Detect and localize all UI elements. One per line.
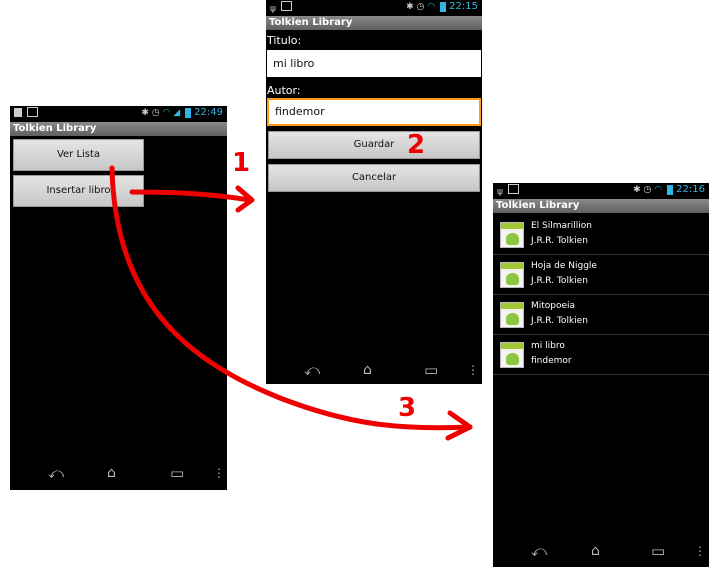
app-title: Tolkien Library	[493, 199, 709, 213]
android-app-icon	[500, 262, 524, 288]
status-time: 22:15	[449, 1, 478, 12]
home-icon[interactable]: ⌂	[363, 361, 372, 379]
wifi-icon: ◠	[654, 185, 663, 195]
book-title: Mitopoeia	[531, 301, 576, 311]
nav-bar: ⤺ ⌂ ▭ ⋮	[493, 542, 709, 567]
recent-apps-icon[interactable]: ▭	[170, 464, 184, 482]
titulo-input[interactable]: mi libro	[267, 50, 481, 77]
app-title: Tolkien Library	[10, 122, 227, 136]
home-icon[interactable]: ⌂	[591, 542, 600, 560]
list-item[interactable]: Hoja de Niggle J.R.R. Tolkien	[493, 255, 709, 295]
battery-icon	[440, 1, 446, 12]
status-time: 22:49	[194, 107, 223, 118]
status-bar: ✱ ◷ ◠ ◢ 22:49	[10, 106, 227, 121]
book-author: findemor	[531, 356, 572, 366]
book-author: J.R.R. Tolkien	[531, 276, 588, 286]
list-item[interactable]: El Silmarillion J.R.R. Tolkien	[493, 215, 709, 255]
book-title: El Silmarillion	[531, 221, 592, 231]
autor-label: Autor:	[267, 84, 301, 97]
bluetooth-icon: ✱	[141, 108, 149, 118]
nav-bar: ⤺ ⌂ ▭ ⋮	[10, 464, 227, 490]
ver-lista-button[interactable]: Ver Lista	[13, 139, 144, 171]
bluetooth-icon: ✱	[633, 185, 641, 195]
battery-icon	[185, 107, 191, 118]
image-icon	[507, 184, 519, 194]
screen-book-list: ψ ✱ ◷ ◠ 22:16 Tolkien Library El Silmari…	[493, 183, 709, 567]
titulo-label: Titulo:	[267, 34, 302, 47]
home-icon[interactable]: ⌂	[107, 464, 116, 482]
book-author: J.R.R. Tolkien	[531, 236, 588, 246]
alarm-icon: ◷	[643, 185, 652, 195]
step-2-label: 2	[407, 130, 426, 160]
android-app-icon	[500, 342, 524, 368]
status-time: 22:16	[676, 184, 705, 195]
step-1-label: 1	[232, 148, 251, 178]
image-icon	[26, 107, 38, 117]
usb-icon: ψ	[270, 4, 276, 14]
image-icon	[280, 1, 292, 11]
screen-insert-book: ψ ✱ ◷ ◠ 22:15 Tolkien Library Titulo: mi…	[266, 0, 482, 384]
back-icon[interactable]: ⤺	[48, 464, 64, 482]
facebook-icon	[14, 108, 22, 117]
overflow-menu-icon[interactable]: ⋮	[694, 542, 706, 560]
wifi-icon: ◠	[162, 108, 171, 118]
book-title: Hoja de Niggle	[531, 261, 597, 271]
overflow-menu-icon[interactable]: ⋮	[213, 464, 225, 482]
step-3-label: 3	[398, 393, 417, 423]
alarm-icon: ◷	[151, 108, 160, 118]
wifi-icon: ◠	[427, 2, 436, 12]
guardar-button[interactable]: Guardar	[268, 131, 480, 159]
status-bar: ψ ✱ ◷ ◠ 22:16	[493, 183, 709, 198]
status-bar: ψ ✱ ◷ ◠ 22:15	[266, 0, 482, 15]
book-title: mi libro	[531, 341, 565, 351]
signal-icon: ◢	[173, 108, 181, 118]
nav-bar: ⤺ ⌂ ▭ ⋮	[266, 361, 482, 384]
alarm-icon: ◷	[416, 2, 425, 12]
cancelar-button[interactable]: Cancelar	[268, 164, 480, 192]
list-item[interactable]: Mitopoeia J.R.R. Tolkien	[493, 295, 709, 335]
back-icon[interactable]: ⤺	[531, 542, 547, 560]
usb-icon: ψ	[497, 187, 503, 197]
bluetooth-icon: ✱	[406, 2, 414, 12]
arrow-1-head	[235, 185, 255, 213]
app-title: Tolkien Library	[266, 16, 482, 30]
screen-main-menu: ✱ ◷ ◠ ◢ 22:49 Tolkien Library Ver Lista …	[10, 106, 227, 490]
battery-icon	[667, 184, 673, 195]
recent-apps-icon[interactable]: ▭	[424, 361, 438, 379]
back-icon[interactable]: ⤺	[304, 361, 320, 379]
overflow-menu-icon[interactable]: ⋮	[467, 361, 479, 379]
recent-apps-icon[interactable]: ▭	[651, 542, 665, 560]
autor-input[interactable]: findemor	[267, 98, 481, 126]
list-item[interactable]: mi libro findemor	[493, 335, 709, 375]
insertar-libro-button[interactable]: Insertar libro	[13, 175, 144, 207]
arrow-3-head	[445, 410, 473, 441]
book-author: J.R.R. Tolkien	[531, 316, 588, 326]
android-app-icon	[500, 222, 524, 248]
android-app-icon	[500, 302, 524, 328]
